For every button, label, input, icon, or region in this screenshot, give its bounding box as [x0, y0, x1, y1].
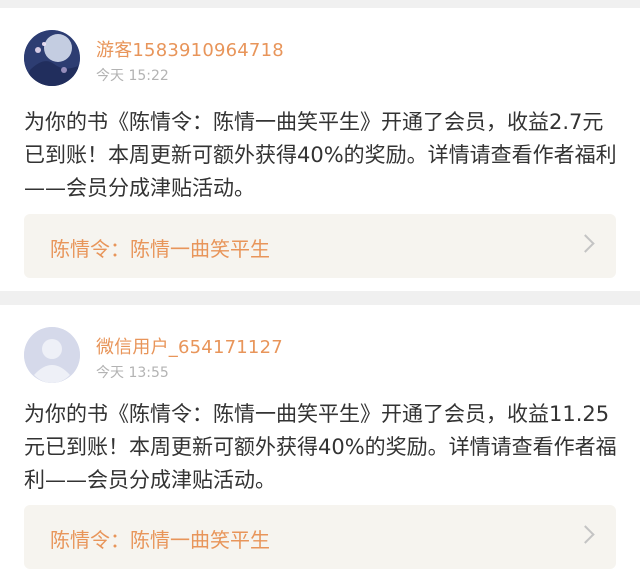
notification-message: 为你的书《陈情令：陈情一曲笑平生》开通了会员，收益2.7元已到账！本周更新可额外…	[24, 110, 617, 200]
avatar[interactable]	[24, 327, 80, 383]
notification-card: 微信用户_654171127 今天 13:55 为你的书《陈情令：陈情一曲笑平生…	[0, 305, 640, 577]
top-spacer	[0, 0, 640, 8]
book-title: 陈情令：陈情一曲笑平生	[50, 237, 270, 261]
timestamp: 今天 15:22	[96, 68, 169, 84]
notification-message: 为你的书《陈情令：陈情一曲笑平生》开通了会员，收益11.25元已到账！本周更新可…	[24, 402, 617, 492]
notification-header: 微信用户_654171127 今天 13:55	[24, 327, 624, 385]
timestamp: 今天 13:55	[96, 365, 169, 381]
chevron-right-icon	[576, 234, 595, 253]
book-link[interactable]: 陈情令：陈情一曲笑平生	[24, 214, 616, 278]
user-photo-avatar-icon	[24, 30, 80, 86]
username[interactable]: 微信用户_654171127	[96, 333, 283, 359]
default-avatar-icon	[24, 327, 80, 383]
avatar[interactable]	[24, 30, 80, 86]
notification-feed: 游客1583910964718 今天 15:22 为你的书《陈情令：陈情一曲笑平…	[0, 0, 640, 577]
notification-card: 游客1583910964718 今天 15:22 为你的书《陈情令：陈情一曲笑平…	[0, 8, 640, 291]
chevron-right-icon	[576, 525, 595, 544]
notification-header: 游客1583910964718 今天 15:22	[24, 30, 624, 88]
book-title: 陈情令：陈情一曲笑平生	[50, 528, 270, 552]
book-link[interactable]: 陈情令：陈情一曲笑平生	[24, 505, 616, 569]
username[interactable]: 游客1583910964718	[96, 36, 284, 62]
